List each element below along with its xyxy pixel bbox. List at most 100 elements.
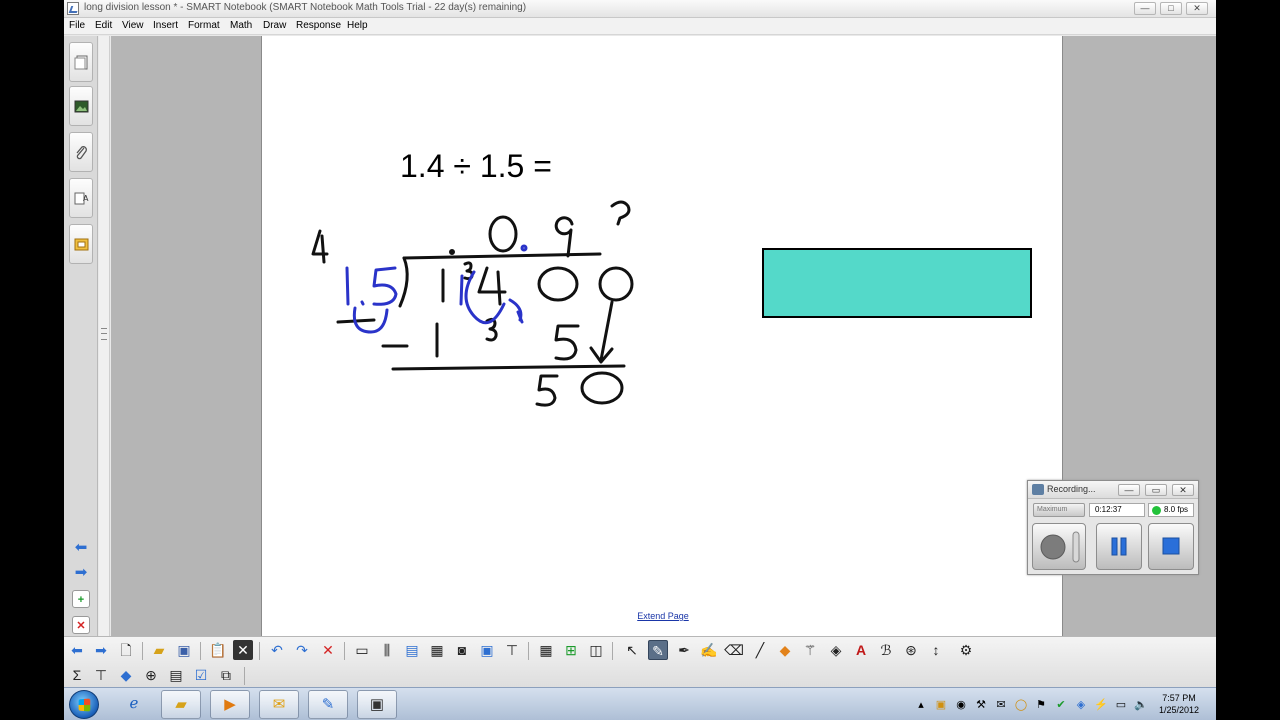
tray-tools-icon[interactable]: ⚒ [974, 698, 988, 712]
stop-button[interactable] [1148, 523, 1194, 570]
table-icon[interactable]: ⊤ [502, 640, 522, 660]
undo-icon[interactable]: ↶ [267, 640, 287, 660]
recorder-quality-select[interactable]: Maximum [1033, 503, 1085, 517]
shapes-icon[interactable]: ◆ [775, 640, 795, 660]
clock-time: 7:57 PM [1162, 693, 1196, 703]
document-camera-icon[interactable]: ▣ [477, 640, 497, 660]
smart-notebook-icon[interactable]: ✎ [308, 690, 348, 719]
handwriting-icon[interactable]: ℬ [876, 640, 896, 660]
fill-icon[interactable]: ◈ [826, 640, 846, 660]
menu-help[interactable]: Help [347, 20, 368, 31]
tray-check-icon[interactable]: ✔ [1054, 698, 1068, 712]
tray-notebook-icon[interactable]: ▣ [934, 698, 948, 712]
tray-mail-icon[interactable]: ✉ [994, 698, 1008, 712]
handwriting-layer[interactable] [262, 36, 1064, 636]
shapes-recognition-icon[interactable]: ◆ [116, 665, 136, 685]
redo-icon[interactable]: ↷ [292, 640, 312, 660]
measure-icon[interactable]: ◫ [586, 640, 606, 660]
menu-response[interactable]: Response [296, 20, 341, 31]
magic-wand-icon[interactable]: ⚚ [800, 640, 820, 660]
notebook-page[interactable]: 1.4 ÷ 1.5 = Extend Page [261, 36, 1063, 636]
creative-pen-icon[interactable]: ✒ [674, 640, 694, 660]
menu-draw[interactable]: Draw [263, 20, 286, 31]
geometry-icon[interactable]: ⊕ [141, 665, 161, 685]
full-screen-icon[interactable]: ⫼ [377, 640, 397, 660]
start-button[interactable] [69, 690, 99, 719]
blank-page-icon[interactable]: 🗋 [116, 640, 136, 660]
select-icon[interactable]: ↖ [622, 640, 642, 660]
toolbar-separator [142, 642, 143, 660]
eraser-icon[interactable]: ⌫ [724, 640, 744, 660]
table-tool-icon[interactable]: ▤ [166, 665, 186, 685]
back-arrow-icon[interactable]: ⬅ [72, 540, 90, 555]
record-button[interactable] [1032, 523, 1086, 570]
previous-page-icon[interactable]: ⬅ [67, 640, 87, 660]
tray-expand-icon[interactable]: ▴ [914, 698, 928, 712]
tray-monitor-icon[interactable]: ▭ [1114, 698, 1128, 712]
delete-page-icon[interactable]: ✕ [72, 616, 90, 634]
tray-shield-icon[interactable]: ◈ [1074, 698, 1088, 712]
gallery-tab[interactable] [69, 86, 93, 126]
system-clock[interactable]: 7:57 PM 1/25/2012 [1144, 692, 1214, 716]
recorder-minimize-button[interactable]: — [1118, 484, 1140, 496]
menu-file[interactable]: File [69, 20, 85, 31]
internet-explorer-icon[interactable]: ℯ [114, 690, 154, 719]
add-ons-icon[interactable]: ⧉ [216, 665, 236, 685]
paste-icon[interactable]: 📋 [208, 640, 228, 660]
menu-view[interactable]: View [122, 20, 144, 31]
explorer-folder-icon[interactable]: ▰ [161, 690, 201, 719]
teal-rectangle[interactable] [762, 248, 1032, 318]
tray-power-icon[interactable]: ⚡ [1094, 698, 1108, 712]
next-page-icon[interactable]: ➡ [91, 640, 111, 660]
minimize-button[interactable]: — [1134, 2, 1156, 15]
attachments-tab[interactable] [69, 132, 93, 172]
outlook-icon[interactable]: ✉ [259, 690, 299, 719]
math-tools-icon[interactable]: ⊤ [91, 665, 111, 685]
capture-icon[interactable]: ▦ [427, 640, 447, 660]
forward-arrow-icon[interactable]: ➡ [72, 565, 90, 580]
ink-quotient-dot [449, 249, 455, 255]
tray-network-icon[interactable]: ◉ [954, 698, 968, 712]
menu-insert[interactable]: Insert [153, 20, 178, 31]
menu-format[interactable]: Format [188, 20, 220, 31]
recorder-close-button[interactable]: ✕ [1172, 484, 1194, 496]
tray-outlook-icon[interactable]: ◯ [1014, 698, 1028, 712]
save-icon[interactable]: ▣ [174, 640, 194, 660]
table-grid-icon[interactable]: ▦ [536, 640, 556, 660]
ink-divisor-1 [345, 266, 350, 306]
recorder-taskbar-icon[interactable]: ▣ [357, 690, 397, 719]
checklist-icon[interactable]: ☑ [191, 665, 211, 685]
page-sorter-tab[interactable] [69, 42, 93, 82]
menu-math[interactable]: Math [230, 20, 252, 31]
clear-page-icon[interactable]: ✕ [318, 640, 338, 660]
recorder-title-bar[interactable]: Recording... — ▭ ✕ [1028, 481, 1198, 499]
response-icon[interactable]: ⊞ [561, 640, 581, 660]
recorder-restore-button[interactable]: ▭ [1145, 484, 1167, 496]
line-icon[interactable]: ╱ [750, 640, 770, 660]
maximize-button[interactable]: □ [1160, 2, 1182, 15]
menu-edit[interactable]: Edit [95, 20, 112, 31]
delete-icon[interactable]: ✕ [233, 640, 253, 660]
properties-tab[interactable]: A [69, 178, 93, 218]
media-player-icon[interactable]: ▶ [210, 690, 250, 719]
sigma-icon[interactable]: Σ [67, 665, 87, 685]
addons-tab[interactable] [69, 224, 93, 264]
extend-page-link[interactable]: Extend Page [262, 611, 1064, 621]
camera-icon[interactable]: ◙ [452, 640, 472, 660]
screen-shade-icon[interactable]: ▭ [352, 640, 372, 660]
tray-flag-icon[interactable]: ⚑ [1034, 698, 1048, 712]
properties-tool-icon[interactable]: ⊛ [901, 640, 921, 660]
customize-icon[interactable]: ⚙ [956, 640, 976, 660]
recorder-window[interactable]: Recording... — ▭ ✕ Maximum 0:12:37 8.0 f… [1027, 480, 1199, 575]
move-toolbar-icon[interactable]: ↕ [926, 640, 946, 660]
splitter-grip[interactable] [101, 328, 107, 340]
pen-icon[interactable]: ✎ [648, 640, 668, 660]
add-page-icon[interactable]: + [72, 590, 90, 608]
side-panel-splitter[interactable] [99, 36, 110, 636]
text-icon[interactable]: A [851, 640, 871, 660]
pause-button[interactable] [1096, 523, 1142, 570]
open-file-icon[interactable]: ▰ [149, 640, 169, 660]
close-button[interactable]: ✕ [1186, 2, 1208, 15]
magic-pen-icon[interactable]: ✍ [699, 640, 719, 660]
show-screen-icon[interactable]: ▤ [402, 640, 422, 660]
